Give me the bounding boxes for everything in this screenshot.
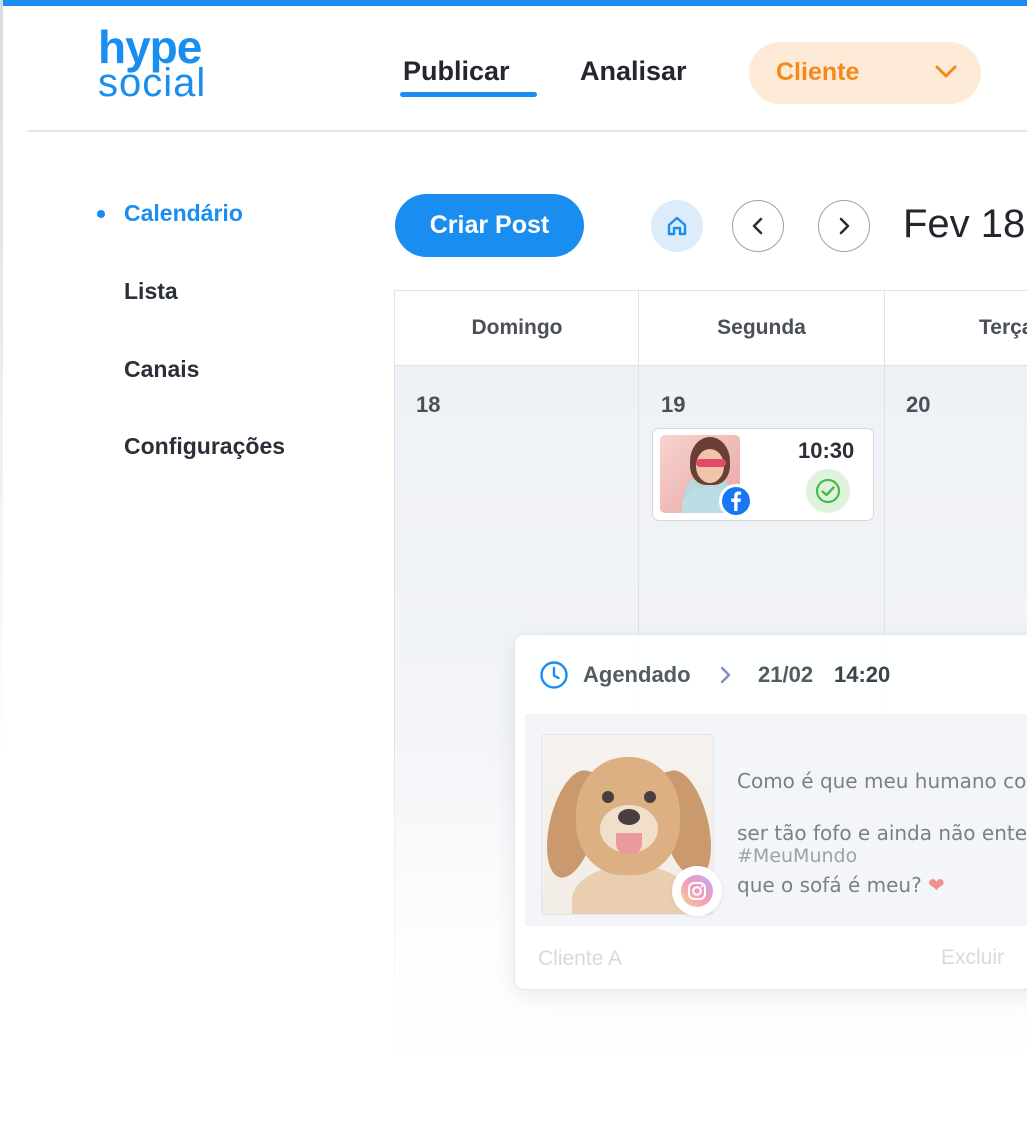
day-number: 19: [661, 392, 686, 417]
chevron-right-icon: [839, 217, 850, 235]
logo-line2: social: [98, 60, 207, 105]
tab-publicar[interactable]: Publicar: [403, 56, 510, 87]
facebook-icon: [719, 484, 753, 518]
chevron-down-icon: [935, 65, 957, 78]
window-edge: [0, 0, 3, 760]
check-circle-icon: [806, 469, 850, 513]
sidebar-item-canais[interactable]: Canais: [124, 356, 199, 383]
clock-icon: [540, 661, 568, 689]
create-post-button[interactable]: Criar Post: [395, 194, 584, 257]
weekday-header: Segunda: [638, 290, 885, 366]
post-time: 10:30: [798, 438, 855, 463]
chevron-right-icon: [720, 666, 731, 684]
sidebar-item-calendario[interactable]: Calendário: [124, 200, 243, 227]
active-tab-indicator: [400, 92, 537, 97]
post-date: 21/02: [758, 662, 814, 687]
day-number: 20: [906, 392, 931, 417]
day-number: 18: [416, 392, 441, 417]
client-dropdown-value: Cliente: [776, 58, 860, 86]
post-status: Agendado: [583, 662, 691, 687]
caption-line-text: que o sofá é meu? ❤: [737, 873, 945, 897]
tab-analisar[interactable]: Analisar: [580, 56, 687, 87]
post-time-detail: 14:20: [834, 662, 891, 687]
delete-post-button[interactable]: Excluir: [941, 946, 1004, 970]
sidebar-item-configuracoes[interactable]: Configurações: [124, 433, 285, 460]
caption-line: que o sofá é meu? ❤: [737, 872, 1027, 898]
chevron-left-icon: [752, 217, 763, 235]
instagram-icon: [672, 866, 722, 916]
current-period: Fev 18: [903, 202, 1026, 246]
post-hashtag: #MeuMundo: [737, 845, 858, 867]
caption-line: Como é que meu humano con: [737, 769, 1027, 793]
today-button[interactable]: [651, 200, 703, 252]
next-week-button[interactable]: [818, 200, 870, 252]
caption-line: ser tão fofo e ainda não enten: [737, 821, 1027, 845]
previous-week-button[interactable]: [732, 200, 784, 252]
weekday-header: Domingo: [394, 290, 640, 366]
home-icon: [667, 216, 687, 236]
client-dropdown[interactable]: Cliente: [749, 42, 981, 104]
active-item-dot: [97, 210, 105, 218]
top-accent-bar: [0, 0, 1027, 6]
sidebar-item-lista[interactable]: Lista: [124, 278, 178, 305]
post-caption: Como é que meu humano con ser tão fofo e…: [737, 742, 1027, 924]
hypesocial-logo[interactable]: hype social: [98, 24, 228, 105]
weekday-header: Terça: [884, 290, 1027, 366]
header-divider: [28, 130, 1027, 132]
post-client-name: Cliente A: [538, 947, 623, 970]
